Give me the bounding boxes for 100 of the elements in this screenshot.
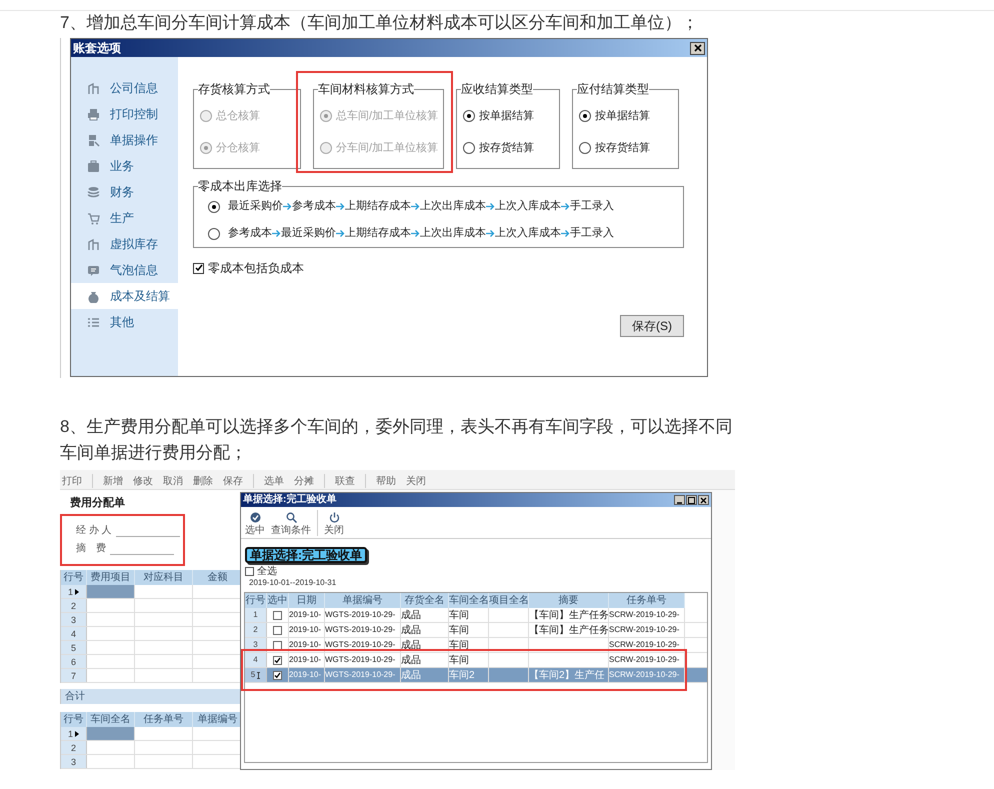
group-title: 应收结算类型 [461,82,533,96]
step-label: 上次入库成本 [495,226,561,242]
field-label: 经 办 人 [76,525,112,537]
table-cell: WGTS-2019-10-29- [325,624,396,636]
toolbar-button[interactable]: 新增 [103,476,123,488]
step-label: 手工录入 [570,199,614,214]
sidebar-item[interactable]: 成本及结算 [71,283,178,309]
step-label: 最近采购价 [281,226,336,242]
table-cell-text: 车间 [449,624,469,637]
group-title: 零成本出库选择 [198,179,282,193]
checkbox[interactable] [245,567,254,576]
radio-button[interactable] [579,110,591,122]
toolbar-button[interactable]: 选单 [264,476,284,488]
toolbar-button[interactable]: 帮助 [376,476,396,488]
check-icon [274,672,281,678]
toolbar-button[interactable]: 保存 [223,476,243,488]
sidebar-item[interactable]: 其他 [71,309,178,335]
radio-button[interactable] [208,228,220,240]
table-cell-text: 成品 [401,668,421,682]
sidebar-item[interactable]: 公司信息 [71,75,178,101]
table-cell: SCRW-2019-10-29- [609,624,680,636]
arrow-icon [411,229,420,238]
option-label: 按存货结算 [595,140,650,156]
row-number: 2 [70,600,76,610]
arrow-icon [411,202,420,211]
maximize-icon [688,496,695,504]
toolbar-button[interactable]: 删除 [193,476,213,488]
toolbar-button[interactable]: 选中 [245,512,265,536]
toolbar-button[interactable]: 打印 [62,476,82,488]
column-header: 单据编号 [193,712,243,727]
checkbox[interactable] [273,656,282,664]
sidebar-item[interactable]: 财务 [71,179,178,205]
check-icon [274,656,281,664]
power-icon [328,512,340,523]
toolbar-button[interactable]: 查询条件 [271,512,311,536]
check-icon [194,264,202,272]
row-number: 7 [70,670,76,680]
sidebar-item[interactable]: 单据操作 [71,127,178,153]
toolbar-button[interactable]: 取消 [163,476,183,488]
radio-button[interactable] [208,200,220,212]
column-header: 金额 [193,570,243,585]
row-number: 5 [250,669,256,681]
radio-button[interactable] [463,142,475,154]
row-number: 6 [70,656,76,666]
list-icon [87,316,100,328]
row-number: 4 [70,628,76,638]
save-button[interactable]: 保存(S) [620,315,684,337]
toolbar-button[interactable]: 分摊 [294,476,314,488]
total-label: 合计 [65,690,85,704]
step-label: 最近采购价 [228,199,283,214]
toolbar-button[interactable]: 修改 [133,476,153,488]
form-title: 费用分配单 [69,496,126,510]
sidebar-item[interactable]: 业务 [71,153,178,179]
radio-button[interactable] [579,142,591,154]
checkbox[interactable] [273,610,282,620]
close-button[interactable] [698,495,709,505]
close-button[interactable] [690,42,705,54]
column-header: 日期 [289,593,325,608]
table-cell: 2019-10- [289,669,322,681]
minimize-button[interactable] [674,495,685,505]
column-header: 任务单号 [135,712,193,727]
database-icon [87,186,100,198]
sidebar-item[interactable]: 气泡信息 [71,257,178,283]
toolbar-button[interactable]: 关闭 [406,476,426,488]
sidebar-item[interactable]: 打印控制 [71,101,178,127]
step-label: 参考成本 [228,226,272,242]
close-icon [694,44,702,52]
toolbar-button[interactable]: 联查 [335,476,355,488]
column-header: 对应科目 [135,570,193,585]
arrow-icon [561,202,570,211]
table-cell: 2019-10- [289,639,322,651]
table-cell: SCRW-2019-10-29- [609,609,680,621]
sidebar-item[interactable]: 生产 [71,205,178,231]
checkbox[interactable] [273,670,282,680]
checkbox[interactable] [273,640,282,650]
column-header: 单据编号 [325,593,401,608]
radio-button[interactable] [463,110,475,122]
close-icon [700,496,707,504]
column-header: 车间全名 [87,712,135,727]
step-label: 上次出库成本 [420,198,486,214]
printer-icon [87,108,100,120]
date-range: 2019-10-01--2019-10-31 [249,578,338,588]
table-cell: SCRW-2019-10-29- [609,654,680,666]
step-label: 上次出库成本 [420,226,486,242]
step-label: 手工录入 [570,226,614,242]
table-cell-text: 车间2 [449,668,475,682]
row-number: 5 [70,642,76,652]
arrow-icon [283,202,292,211]
table-cell: SCRW-2019-10-29- [609,669,680,681]
maximize-button[interactable] [686,495,697,505]
table-cell: WGTS-2019-10-29- [325,639,396,651]
window-title: 单据选择:完工验收单 [243,494,336,506]
table-cell-text: 成品 [401,638,421,652]
checkbox[interactable] [193,262,204,274]
toolbar-button[interactable]: 关闭 [324,512,344,536]
step-label: 上期结存成本 [345,199,411,214]
checkbox[interactable] [273,626,282,634]
table-cell: WGTS-2019-10-29- [325,669,396,681]
sidebar-item[interactable]: 虚拟库存 [71,231,178,257]
row-pointer-icon [75,730,79,736]
